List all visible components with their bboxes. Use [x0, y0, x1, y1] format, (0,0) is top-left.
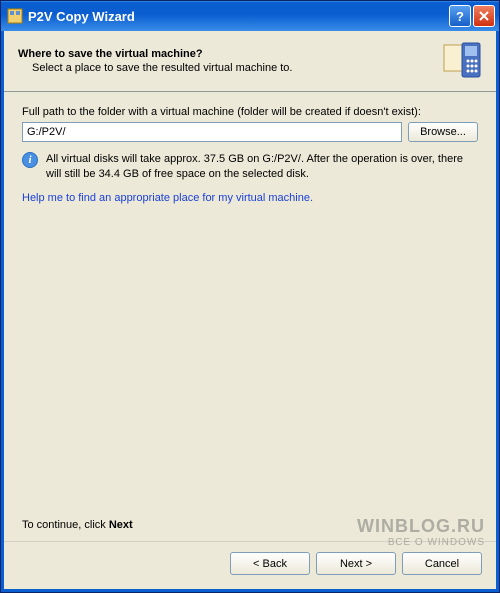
header-subtitle: Select a place to save the resulted virt…: [18, 62, 434, 74]
info-icon: i: [22, 152, 38, 168]
wizard-window: P2V Copy Wizard ? Where to save the virt…: [0, 0, 500, 593]
browse-button[interactable]: Browse...: [408, 122, 478, 142]
app-icon: [7, 8, 23, 24]
window-title: P2V Copy Wizard: [28, 9, 447, 24]
continue-text: To continue, click Next: [22, 509, 478, 531]
header-title: Where to save the virtual machine?: [18, 48, 434, 60]
path-label: Full path to the folder with a virtual m…: [22, 106, 478, 118]
info-text: All virtual disks will take approx. 37.5…: [46, 152, 478, 182]
title-bar[interactable]: P2V Copy Wizard ?: [1, 1, 499, 31]
help-button[interactable]: ?: [449, 5, 471, 27]
path-input[interactable]: [22, 122, 402, 142]
cancel-button[interactable]: Cancel: [402, 552, 482, 575]
wizard-body: Full path to the folder with a virtual m…: [4, 92, 496, 541]
window-content: Where to save the virtual machine? Selec…: [1, 31, 499, 592]
wizard-footer: < Back Next > Cancel: [4, 541, 496, 589]
help-link[interactable]: Help me to find an appropriate place for…: [22, 192, 478, 204]
header-icon: [442, 41, 482, 81]
continue-prefix: To continue, click: [22, 519, 109, 531]
close-button[interactable]: [473, 5, 495, 27]
back-button[interactable]: < Back: [230, 552, 310, 575]
next-button[interactable]: Next >: [316, 552, 396, 575]
wizard-header: Where to save the virtual machine? Selec…: [4, 31, 496, 92]
continue-bold: Next: [109, 519, 133, 531]
